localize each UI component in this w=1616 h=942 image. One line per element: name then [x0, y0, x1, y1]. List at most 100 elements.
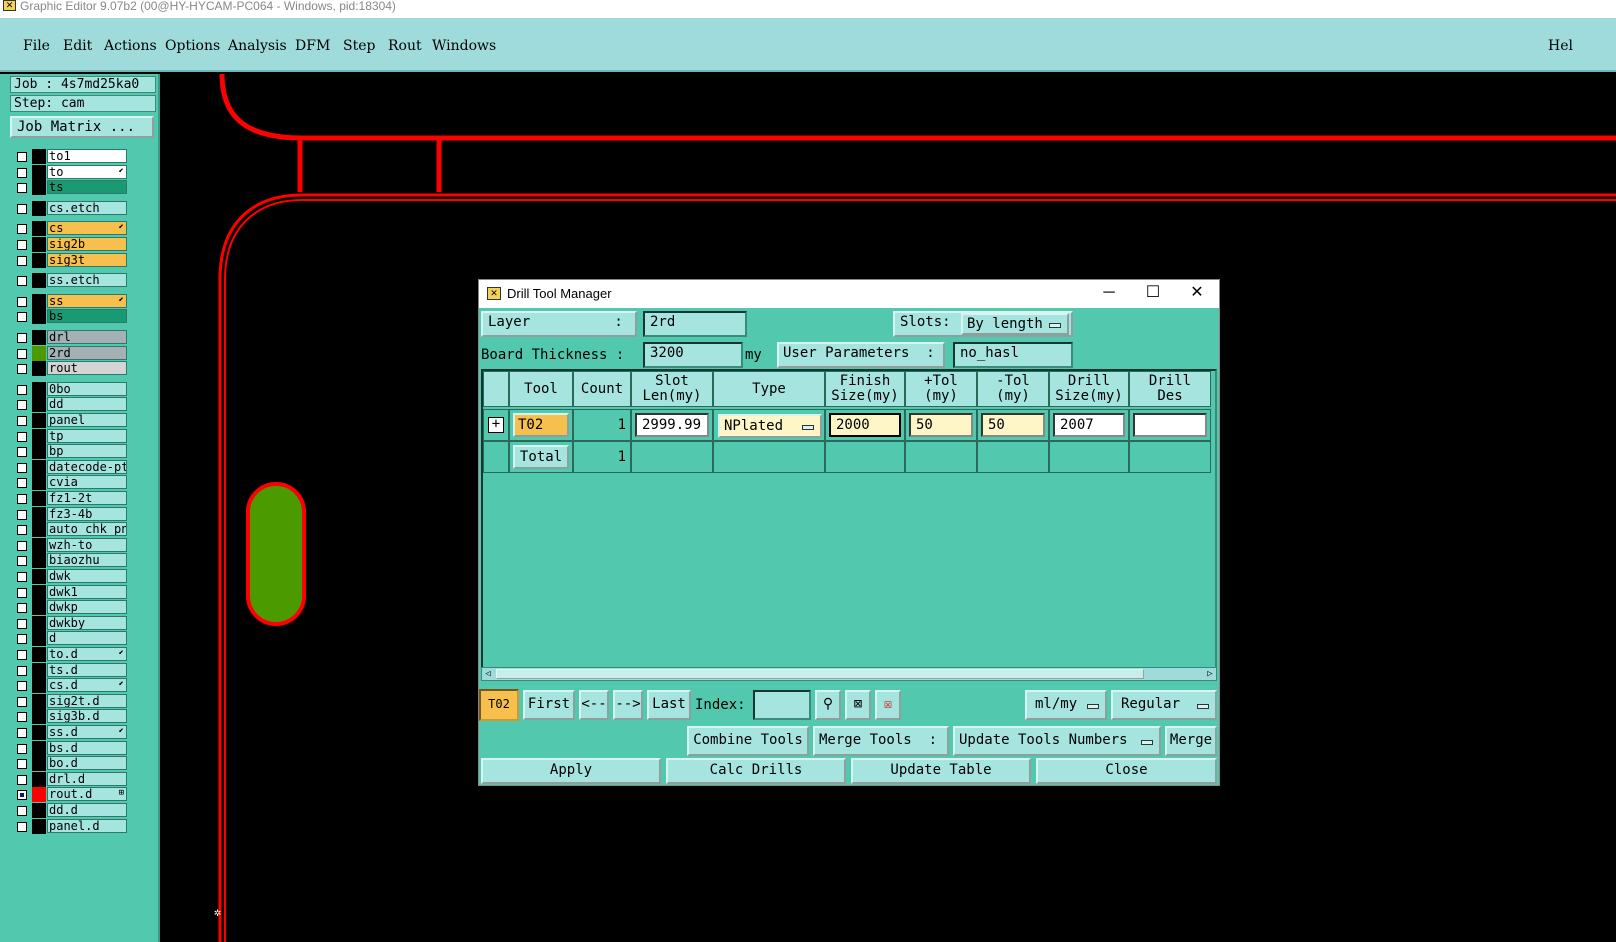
layer-row[interactable]: ss ⬋ — [12, 293, 130, 309]
layer-name[interactable]: rout — [47, 361, 127, 376]
layer-checkbox[interactable] — [17, 431, 27, 442]
layer-row[interactable]: drl.d — [12, 771, 130, 787]
layer-row[interactable]: panel — [12, 413, 130, 428]
update-table-button[interactable]: Update Table — [851, 758, 1031, 784]
layer-name[interactable]: bp — [47, 444, 127, 459]
apply-button[interactable]: Apply — [481, 758, 661, 784]
layer-checkbox[interactable] — [17, 509, 27, 520]
layer-checkbox[interactable] — [17, 634, 27, 645]
prev-button[interactable]: <-- — [579, 690, 609, 720]
layer-name[interactable]: bo.d — [47, 756, 127, 771]
layer-name[interactable]: cvia — [47, 475, 127, 490]
layer-color-swatch[interactable] — [32, 787, 46, 803]
layer-row[interactable]: wzh-to — [12, 537, 130, 553]
layer-row[interactable]: 0bo — [12, 381, 130, 397]
layer-name[interactable]: sig2t.d — [47, 693, 127, 708]
layer-checkbox[interactable] — [17, 183, 27, 194]
layer-name[interactable]: panel.d — [47, 818, 127, 833]
last-button[interactable]: Last — [647, 690, 691, 720]
minimize-icon[interactable]: ─ — [1087, 280, 1131, 308]
layer-color-swatch[interactable] — [32, 221, 46, 237]
layer-row[interactable]: fz3-4b — [12, 506, 130, 522]
layer-checkbox[interactable] — [17, 681, 27, 692]
layer-row[interactable]: sig2b — [12, 237, 130, 252]
units-dropdown[interactable]: ml/my — [1025, 690, 1107, 720]
next-button[interactable]: --> — [613, 690, 643, 720]
layer-color-swatch[interactable] — [32, 397, 46, 413]
layer-name[interactable]: dwkp — [47, 600, 127, 615]
dialog-titlebar[interactable]: ✕ Drill Tool Manager ─ ☐ ✕ — [479, 280, 1219, 308]
layer-name[interactable]: drl.d — [47, 771, 127, 786]
expand-plus-icon[interactable]: + — [488, 417, 504, 433]
layer-color-swatch[interactable] — [32, 537, 46, 553]
layer-checkbox[interactable] — [17, 333, 27, 343]
layer-color-swatch[interactable] — [32, 381, 46, 397]
layer-color-swatch[interactable] — [32, 413, 46, 428]
first-button[interactable]: First — [523, 690, 575, 720]
layer-name[interactable]: to — [47, 164, 127, 179]
layer-name[interactable]: rout.d — [47, 787, 127, 802]
layer-row[interactable]: rout.d ⊞ — [12, 787, 130, 803]
layer-color-swatch[interactable] — [32, 252, 46, 268]
layer-color-swatch[interactable] — [32, 647, 46, 662]
layer-checkbox[interactable] — [17, 587, 27, 598]
layer-row[interactable]: cs ⬋ — [12, 221, 130, 237]
layer-name[interactable]: dd.d — [47, 803, 127, 817]
menu-analysis[interactable]: Analysis — [228, 38, 287, 54]
save-icon[interactable]: ⊠ — [845, 690, 871, 720]
layer-name[interactable]: 2rd — [47, 345, 127, 360]
layer-name[interactable]: panel — [47, 413, 127, 427]
layer-checkbox[interactable] — [17, 348, 27, 359]
plus-tol-field[interactable]: 50 — [909, 413, 973, 437]
type-dropdown[interactable]: NPlated — [718, 414, 822, 438]
layer-checkbox[interactable] — [17, 240, 27, 250]
layer-name[interactable]: fz3-4b — [47, 506, 127, 521]
bulb-icon[interactable]: ⚲ — [815, 690, 841, 720]
layer-row[interactable]: dd.d — [12, 803, 130, 818]
layer-checkbox[interactable] — [17, 806, 27, 816]
layer-row[interactable]: ss.d ⬋ — [12, 725, 130, 740]
layer-color-swatch[interactable] — [32, 293, 46, 309]
layer-color-swatch[interactable] — [32, 459, 46, 475]
user-parameters-label[interactable]: User Parameters : — [777, 342, 945, 368]
layer-name[interactable]: dd — [47, 397, 127, 412]
layer-checkbox[interactable] — [17, 618, 27, 629]
layer-checkbox[interactable] — [17, 312, 27, 323]
index-field[interactable] — [753, 690, 811, 720]
layer-row[interactable]: datecode-pte — [12, 459, 130, 475]
calc-drills-button[interactable]: Calc Drills — [666, 758, 846, 784]
layer-name[interactable]: cs.d — [47, 678, 127, 693]
layer-checkbox[interactable] — [17, 572, 27, 582]
layer-name[interactable]: ss.etch — [47, 273, 127, 288]
layer-row[interactable]: dwk1 — [12, 584, 130, 600]
layer-color-swatch[interactable] — [32, 506, 46, 522]
layer-row[interactable]: sig3t — [12, 252, 130, 268]
layer-checkbox[interactable] — [17, 774, 27, 785]
layer-checkbox[interactable] — [17, 203, 27, 214]
layer-row[interactable]: cvia — [12, 475, 130, 491]
layer-color-swatch[interactable] — [32, 200, 46, 216]
layer-row[interactable]: bp — [12, 444, 130, 460]
total-button[interactable]: Total — [513, 445, 569, 469]
layer-checkbox[interactable] — [17, 821, 27, 832]
layer-row[interactable]: dd — [12, 397, 130, 413]
layer-name[interactable]: bs — [47, 309, 127, 324]
layer-name[interactable]: ts — [47, 180, 127, 195]
layer-color-swatch[interactable] — [32, 740, 46, 756]
menu-actions[interactable]: Actions — [104, 38, 157, 54]
layer-checkbox[interactable] — [17, 478, 27, 489]
layer-checkbox[interactable] — [17, 540, 27, 551]
tool-button[interactable]: T02 — [513, 413, 569, 437]
layer-checkbox[interactable] — [17, 296, 27, 307]
layer-checkbox[interactable] — [17, 462, 27, 473]
layer-value-field[interactable]: 2rd — [643, 311, 747, 337]
layer-color-swatch[interactable] — [32, 330, 46, 345]
layer-checkbox[interactable] — [17, 167, 27, 178]
layer-color-swatch[interactable] — [32, 164, 46, 180]
layer-name[interactable]: ts.d — [47, 662, 127, 677]
slot-len-field[interactable]: 2999.99 — [635, 413, 709, 437]
layer-checkbox[interactable] — [17, 603, 27, 614]
layer-color-swatch[interactable] — [32, 309, 46, 325]
menu-step[interactable]: Step — [343, 38, 375, 54]
layer-name[interactable]: ss — [47, 293, 127, 308]
